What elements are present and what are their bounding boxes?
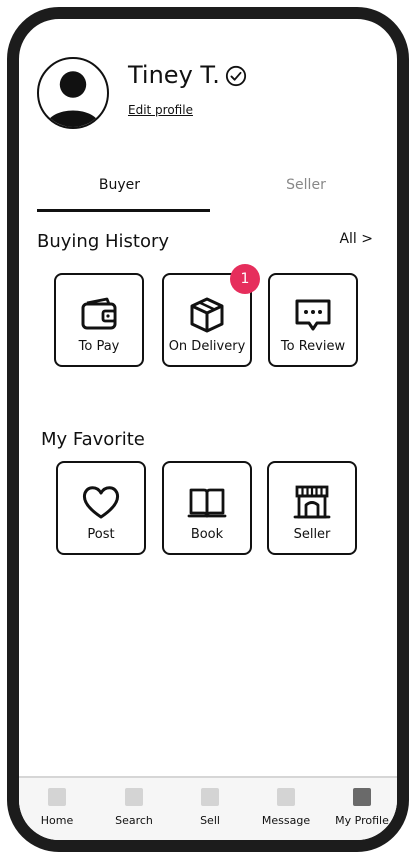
- my-favorite-title: My Favorite: [41, 429, 145, 450]
- profile-nav-icon: [353, 788, 371, 806]
- nav-search-label: Search: [115, 814, 153, 827]
- message-icon: [295, 299, 331, 331]
- to-pay-button[interactable]: To Pay: [54, 273, 144, 367]
- nav-message-label: Message: [261, 814, 311, 827]
- user-name: Tiney T.: [128, 61, 220, 89]
- user-avatar-icon: [45, 71, 101, 127]
- nav-home-label: Home: [40, 814, 74, 827]
- nav-sell[interactable]: Sell: [175, 788, 245, 827]
- verified-icon: [225, 65, 247, 87]
- favorite-post-button[interactable]: Post: [56, 461, 146, 555]
- store-icon: [293, 485, 331, 519]
- nav-my-profile-label: My Profile: [335, 814, 389, 827]
- profile-screen: Tiney T. Edit profile Buyer Seller Buyin…: [19, 19, 397, 840]
- delivery-count-badge: 1: [230, 264, 260, 294]
- see-all-link[interactable]: All >: [339, 231, 373, 247]
- sell-icon: [201, 788, 219, 806]
- to-pay-label: To Pay: [78, 339, 120, 354]
- to-review-button[interactable]: To Review: [268, 273, 358, 367]
- avatar[interactable]: [37, 57, 109, 129]
- tab-buyer[interactable]: Buyer: [29, 177, 210, 193]
- tab-seller[interactable]: Seller: [219, 177, 393, 193]
- heart-icon: [82, 486, 120, 519]
- nav-home[interactable]: Home: [22, 788, 92, 827]
- nav-sell-label: Sell: [200, 814, 220, 827]
- favorite-seller-button[interactable]: Seller: [267, 461, 357, 555]
- home-icon: [48, 788, 66, 806]
- search-icon: [125, 788, 143, 806]
- on-delivery-label: On Delivery: [168, 339, 246, 354]
- seller-label: Seller: [293, 527, 331, 542]
- buying-history-title: Buying History: [37, 231, 170, 252]
- phone-frame: Tiney T. Edit profile Buyer Seller Buyin…: [7, 7, 409, 852]
- book-icon: [187, 488, 227, 518]
- nav-search[interactable]: Search: [99, 788, 169, 827]
- nav-message[interactable]: Message: [251, 788, 321, 827]
- message-nav-icon: [277, 788, 295, 806]
- post-label: Post: [87, 527, 115, 542]
- nav-my-profile[interactable]: My Profile: [327, 788, 397, 827]
- package-icon: [190, 297, 224, 333]
- wallet-icon: [81, 297, 117, 330]
- to-review-label: To Review: [280, 339, 346, 354]
- edit-profile-link[interactable]: Edit profile: [128, 103, 193, 117]
- book-label: Book: [190, 527, 224, 542]
- active-tab-indicator: [37, 209, 210, 212]
- favorite-book-button[interactable]: Book: [162, 461, 252, 555]
- bottom-nav: Home Search Sell Message My Profile: [19, 776, 397, 840]
